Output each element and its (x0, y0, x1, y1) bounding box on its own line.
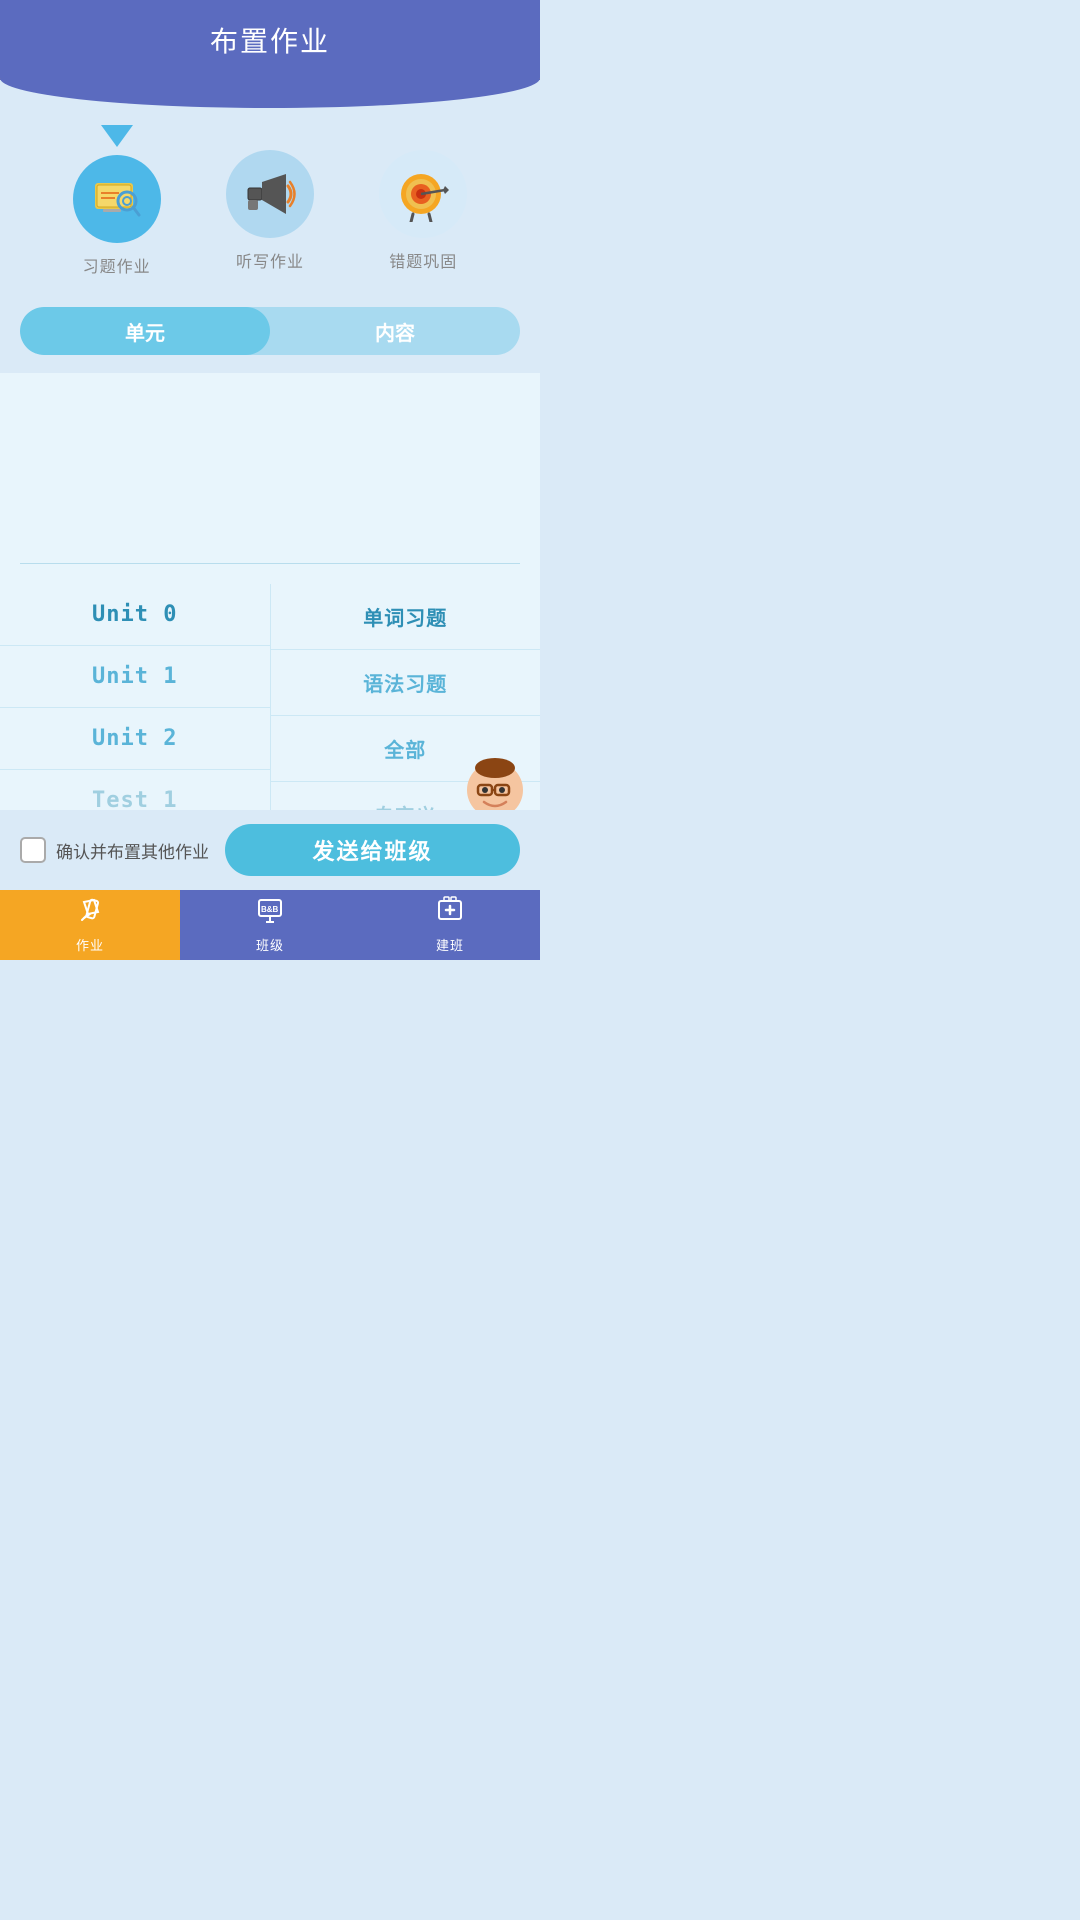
unit-item-2[interactable]: Unit 2 (0, 708, 270, 770)
unit-item-1[interactable]: Unit 1 (0, 646, 270, 708)
dictation-icon-circle (226, 150, 314, 238)
svg-text:B&B: B&B (261, 905, 279, 914)
mistakes-label: 错题巩固 (389, 248, 457, 272)
exercise-label: 习题作业 (83, 253, 151, 277)
content-item-1[interactable]: 语法习题 (271, 650, 541, 716)
confirm-checkbox-label[interactable]: 确认并布置其他作业 (20, 837, 209, 863)
dictation-label: 听写作业 (236, 248, 304, 272)
nav-item-homework[interactable]: 作业 (0, 890, 180, 960)
unit-item-0[interactable]: Unit 0 (0, 584, 270, 646)
divider-top (20, 563, 520, 564)
nav-item-create[interactable]: 建班 (360, 890, 540, 960)
icon-item-exercise[interactable]: 习题作业 (73, 145, 161, 277)
board-icon: B&B (256, 896, 284, 931)
exercise-icon-circle (73, 155, 161, 243)
page-title: 布置作业 (210, 20, 330, 60)
nav-create-label: 建班 (436, 935, 464, 954)
nav-item-class[interactable]: B&B 班级 (180, 890, 360, 960)
pencil-icon (76, 896, 104, 931)
icon-item-dictation[interactable]: 听写作业 (226, 150, 314, 272)
tab-content[interactable]: 内容 (270, 307, 520, 355)
bottom-action: 确认并布置其他作业 发送给班级 (0, 810, 540, 890)
confirm-text: 确认并布置其他作业 (56, 838, 209, 863)
confirm-checkbox[interactable] (20, 837, 46, 863)
header-wave (0, 78, 540, 98)
bottom-nav: 作业 B&B 班级 (0, 890, 540, 960)
tab-bar: 单元 内容 (20, 307, 520, 355)
content-item-0[interactable]: 单词习题 (271, 584, 541, 650)
send-button[interactable]: 发送给班级 (225, 824, 520, 876)
header: 布置作业 (0, 0, 540, 80)
nav-homework-label: 作业 (76, 935, 104, 954)
mistakes-icon-circle (379, 150, 467, 238)
icons-section: 习题作业 听写作业 (0, 135, 540, 297)
dictation-icon (242, 166, 298, 222)
selected-arrow (101, 125, 133, 147)
exercise-icon (89, 171, 145, 227)
unit-column: Unit 0 Unit 1 Unit 2 Test 1 (0, 584, 271, 848)
icon-item-mistakes[interactable]: 错题巩固 (379, 150, 467, 272)
top-section: 习题作业 听写作业 (0, 80, 540, 373)
tab-unit[interactable]: 单元 (20, 307, 270, 355)
mistakes-icon (395, 166, 451, 222)
spacer (0, 373, 540, 553)
add-icon (436, 896, 464, 931)
nav-class-label: 班级 (256, 935, 284, 954)
